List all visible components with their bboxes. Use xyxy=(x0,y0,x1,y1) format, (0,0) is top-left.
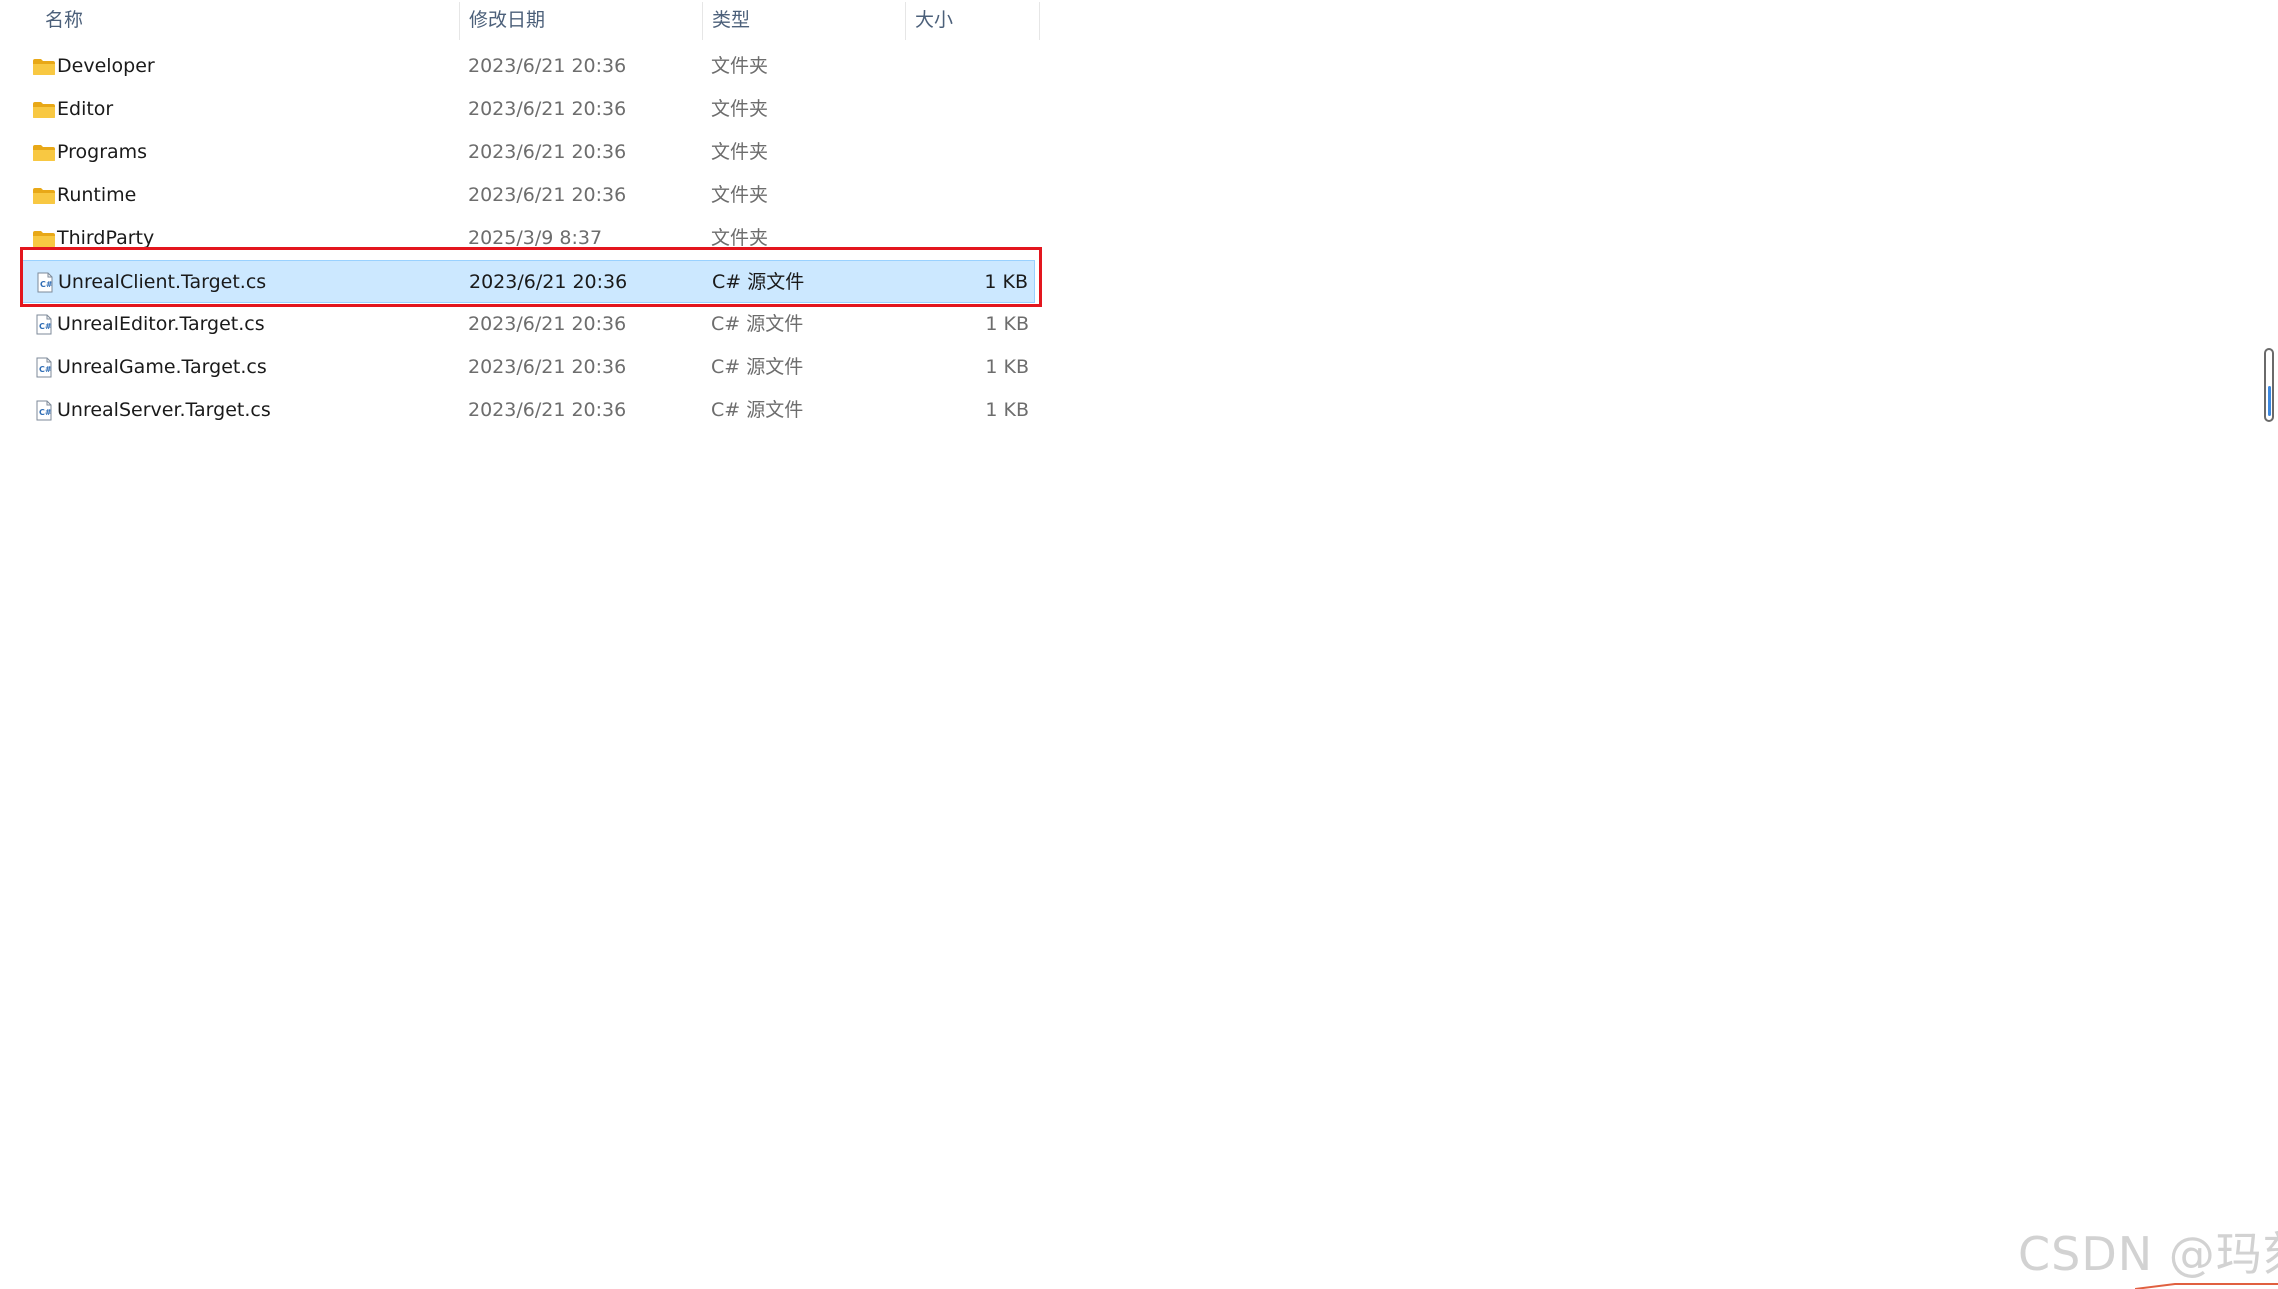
file-name: UnrealClient.Target.cs xyxy=(58,271,267,293)
file-explorer-view: 名称 ^ 修改日期 类型 大小 Developer 2023/6/21 20:36… xyxy=(0,0,2278,1289)
column-header-date-label: 修改日期 xyxy=(469,9,546,31)
file-row[interactable]: C# UnrealGame.Target.cs 2023/6/21 20:36 C# … xyxy=(20,346,1035,389)
column-header-end-divider xyxy=(1039,2,1040,40)
svg-text:C#: C# xyxy=(40,280,53,289)
folder-icon xyxy=(26,88,55,131)
file-row[interactable]: Programs 2023/6/21 20:36 文件夹 xyxy=(20,131,1035,174)
file-type: 文件夹 xyxy=(711,98,769,120)
file-type: 文件夹 xyxy=(711,184,769,206)
file-type: C# 源文件 xyxy=(711,313,804,335)
file-name: ThirdParty xyxy=(57,227,155,249)
folder-icon xyxy=(26,217,55,260)
svg-text:C#: C# xyxy=(39,322,52,331)
column-header-size[interactable]: 大小 xyxy=(905,0,1040,42)
svg-text:C#: C# xyxy=(39,408,52,417)
file-modified-date: 2023/6/21 20:36 xyxy=(468,399,627,421)
folder-icon xyxy=(26,174,55,217)
csharp-file-icon: C# xyxy=(26,389,52,432)
folder-icon xyxy=(26,131,55,174)
csharp-file-icon: C# xyxy=(27,261,53,304)
file-type: 文件夹 xyxy=(711,55,769,77)
file-type: 文件夹 xyxy=(711,141,769,163)
file-row[interactable]: Editor 2023/6/21 20:36 文件夹 xyxy=(20,88,1035,131)
sort-ascending-icon: ^ xyxy=(239,0,251,10)
csharp-file-icon: C# xyxy=(26,303,52,346)
file-name: UnrealServer.Target.cs xyxy=(57,399,271,421)
file-size: 1 KB xyxy=(985,399,1029,421)
column-header-size-label: 大小 xyxy=(915,9,954,31)
file-size: 1 KB xyxy=(984,271,1028,293)
file-modified-date: 2023/6/21 20:36 xyxy=(468,55,627,77)
file-modified-date: 2023/6/21 20:36 xyxy=(468,98,627,120)
scrollbar-progress-indicator xyxy=(2268,386,2271,416)
csharp-file-icon: C# xyxy=(26,346,52,389)
file-type: 文件夹 xyxy=(711,227,769,249)
file-size: 1 KB xyxy=(985,356,1029,378)
file-modified-date: 2023/6/21 20:36 xyxy=(469,271,628,293)
file-modified-date: 2025/3/9 8:37 xyxy=(468,227,603,249)
column-header-date[interactable]: 修改日期 xyxy=(459,0,702,42)
svg-text:C#: C# xyxy=(39,365,52,374)
column-header-row: 名称 ^ 修改日期 类型 大小 xyxy=(0,0,1040,42)
file-name: Programs xyxy=(57,141,148,163)
file-modified-date: 2023/6/21 20:36 xyxy=(468,184,627,206)
column-header-type[interactable]: 类型 xyxy=(702,0,905,42)
file-name: Runtime xyxy=(57,184,137,206)
file-type: C# 源文件 xyxy=(711,399,804,421)
file-name: Developer xyxy=(57,55,155,77)
column-header-name-label: 名称 xyxy=(45,9,84,31)
file-name: UnrealGame.Target.cs xyxy=(57,356,267,378)
file-row[interactable]: C# UnrealClient.Target.cs 2023/6/21 20:36 C… xyxy=(20,260,1035,303)
file-row[interactable]: C# UnrealEditor.Target.cs 2023/6/21 20:36 C… xyxy=(20,303,1035,346)
file-modified-date: 2023/6/21 20:36 xyxy=(468,313,627,335)
corner-decoration xyxy=(2135,1283,2278,1289)
file-modified-date: 2023/6/21 20:36 xyxy=(468,356,627,378)
file-type: C# 源文件 xyxy=(712,271,805,293)
watermark-text: CSDN @玛刻 xyxy=(2018,1227,2278,1281)
file-type: C# 源文件 xyxy=(711,356,804,378)
file-modified-date: 2023/6/21 20:36 xyxy=(468,141,627,163)
file-row[interactable]: ThirdParty 2025/3/9 8:37 文件夹 xyxy=(20,217,1035,260)
column-header-type-label: 类型 xyxy=(712,9,751,31)
file-name: UnrealEditor.Target.cs xyxy=(57,313,265,335)
file-name: Editor xyxy=(57,98,114,120)
file-size: 1 KB xyxy=(985,313,1029,335)
file-row[interactable]: Runtime 2023/6/21 20:36 文件夹 xyxy=(20,174,1035,217)
folder-icon xyxy=(26,45,55,88)
file-row[interactable]: Developer 2023/6/21 20:36 文件夹 xyxy=(20,45,1035,88)
file-row[interactable]: C# UnrealServer.Target.cs 2023/6/21 20:36 C… xyxy=(20,389,1035,432)
